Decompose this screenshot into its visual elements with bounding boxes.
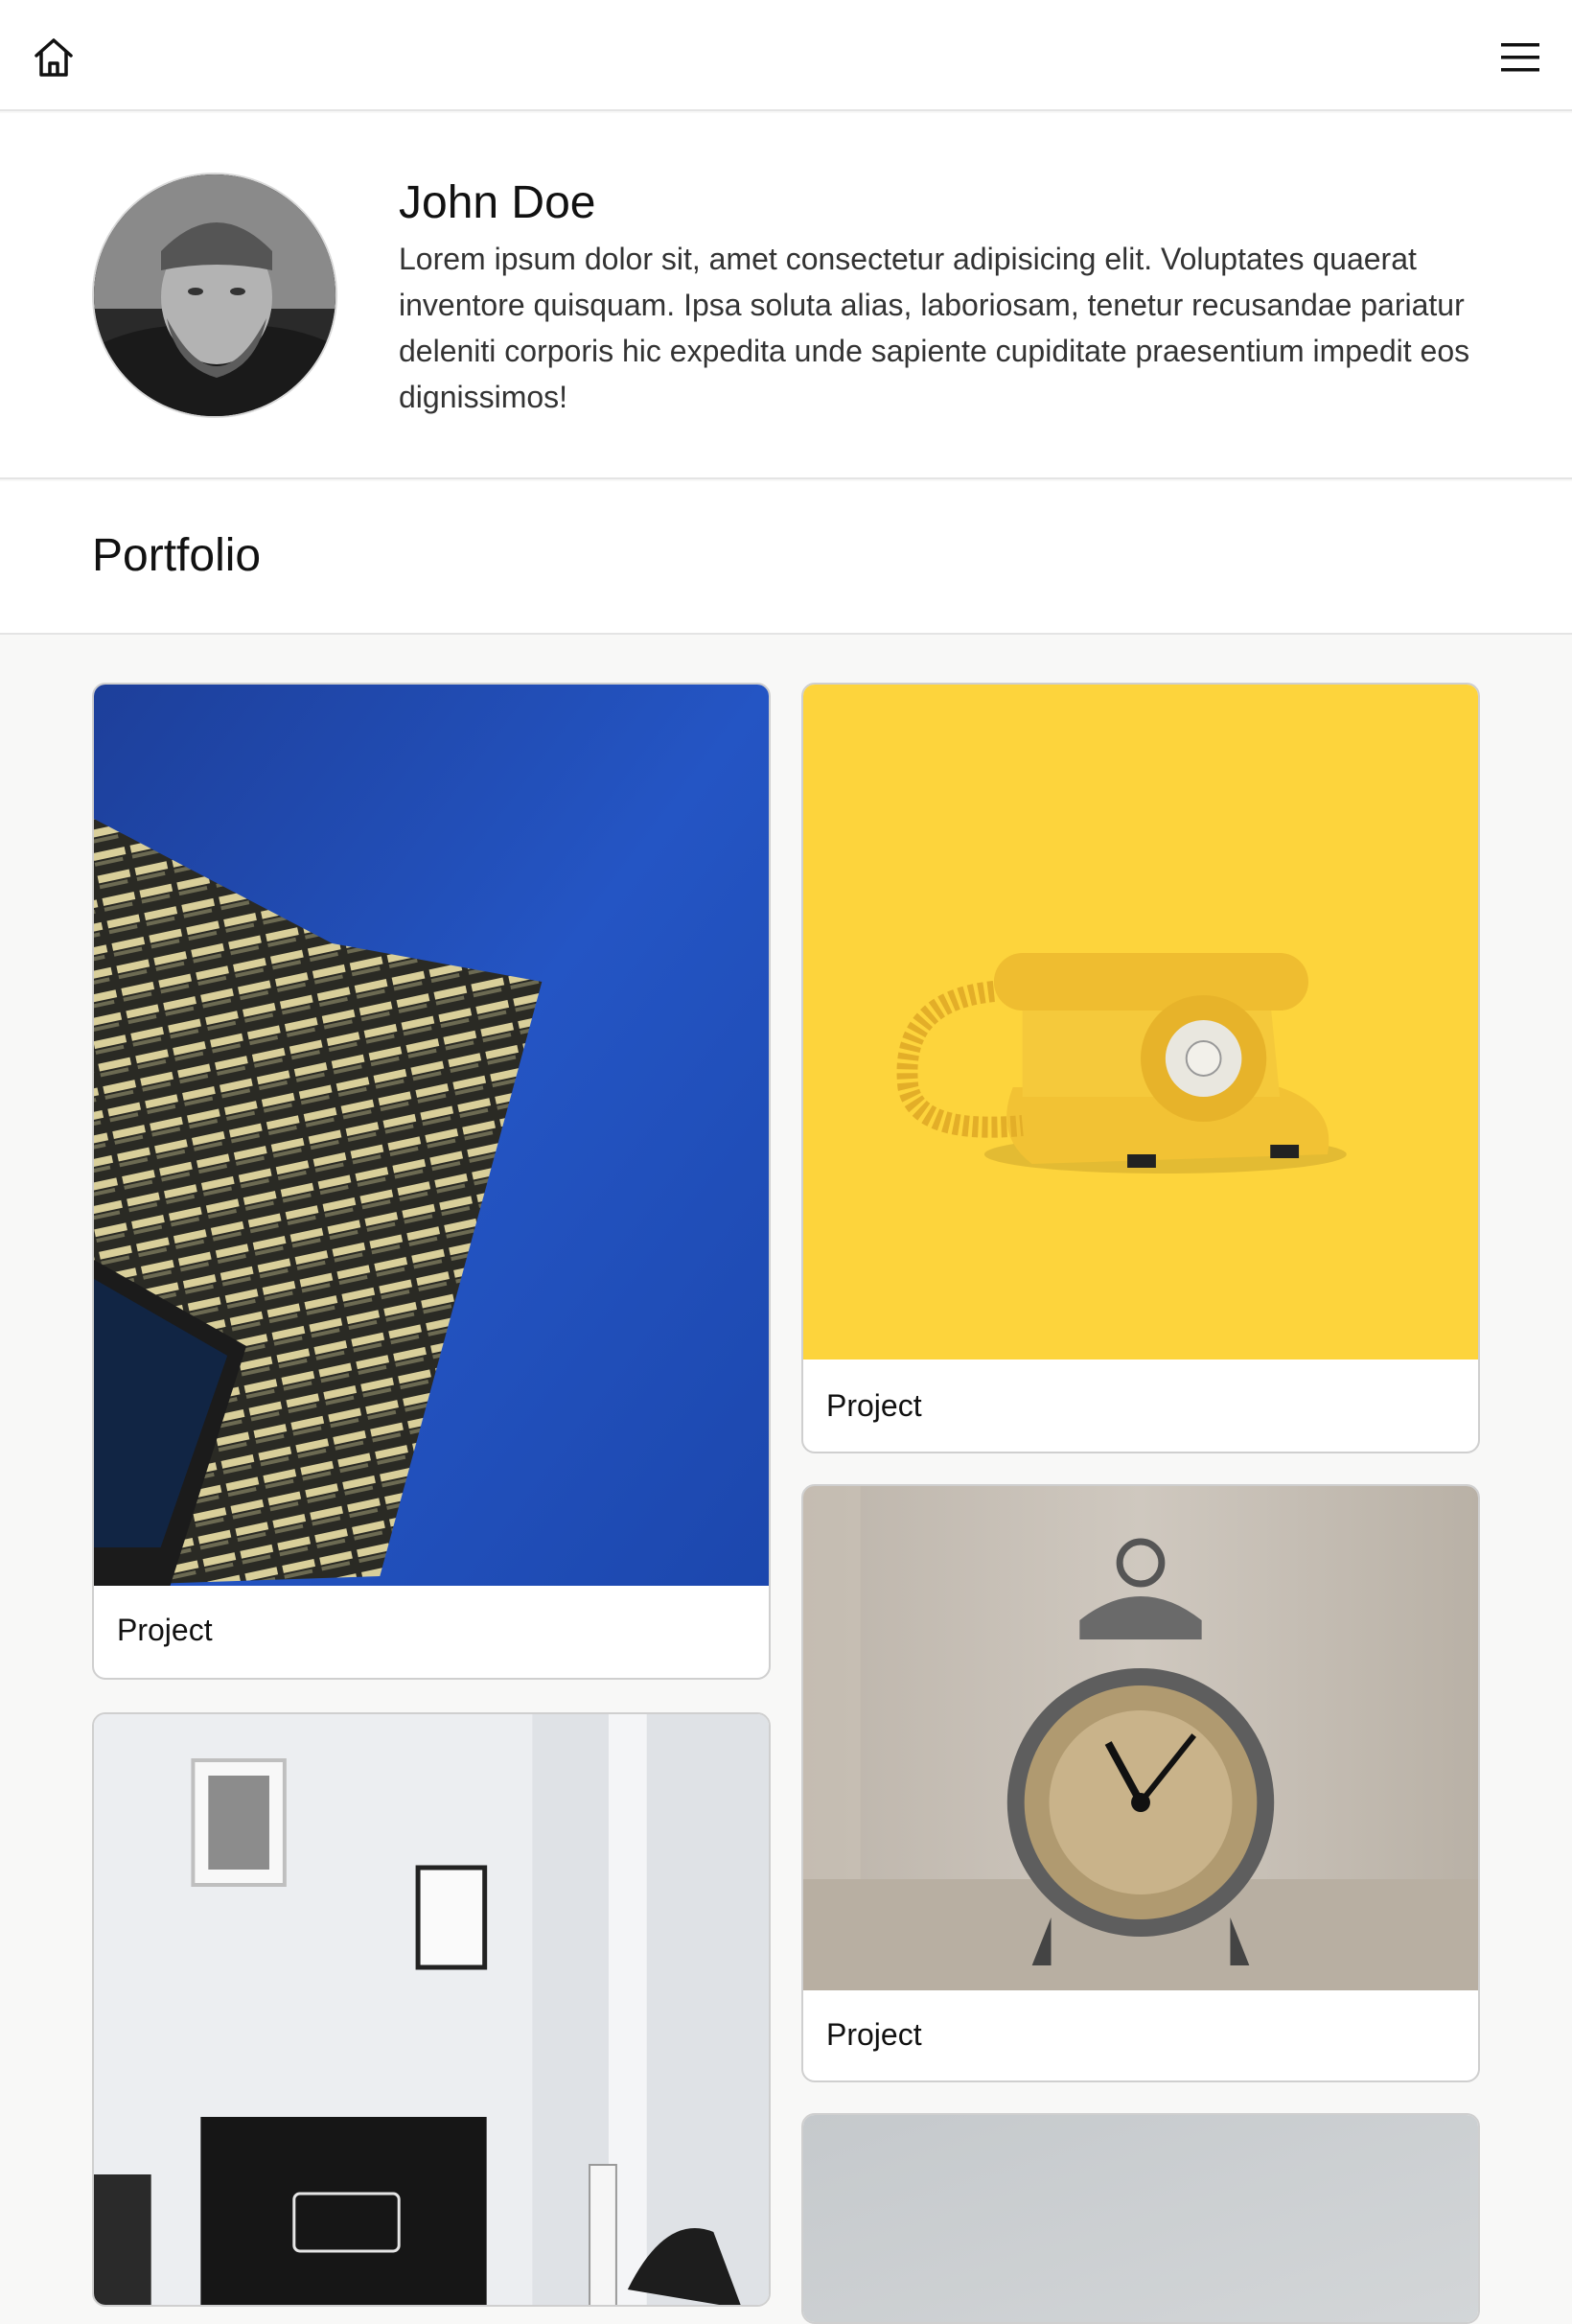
hamburger-menu-icon[interactable] xyxy=(1499,40,1541,75)
alarm-clock-photo xyxy=(803,1486,1478,1990)
building-photo xyxy=(94,685,769,1586)
project-card[interactable]: Project xyxy=(92,683,771,1680)
portfolio-title: Portfolio xyxy=(92,530,262,581)
project-label: Project xyxy=(117,1613,213,1647)
profile-section: John Doe Lorem ipsum dolor sit, amet con… xyxy=(0,113,1572,479)
project-card[interactable]: Project xyxy=(801,1484,1480,2082)
portfolio-header: Portfolio xyxy=(0,481,1572,635)
project-card[interactable]: Project xyxy=(801,683,1480,1453)
profile-name: John Doe xyxy=(399,177,596,228)
project-card[interactable] xyxy=(801,2113,1480,2324)
top-navbar xyxy=(0,0,1572,111)
project-label: Project xyxy=(826,1388,922,1423)
yellow-telephone-photo xyxy=(803,685,1478,1360)
profile-bio: Lorem ipsum dolor sit, amet consectetur … xyxy=(399,242,1470,414)
project-label: Project xyxy=(826,2017,922,2052)
avatar xyxy=(92,173,337,418)
desk-room-photo xyxy=(94,1714,769,2305)
home-icon[interactable] xyxy=(31,35,77,81)
project-card[interactable] xyxy=(92,1712,771,2307)
grey-photo xyxy=(803,2115,1478,2322)
